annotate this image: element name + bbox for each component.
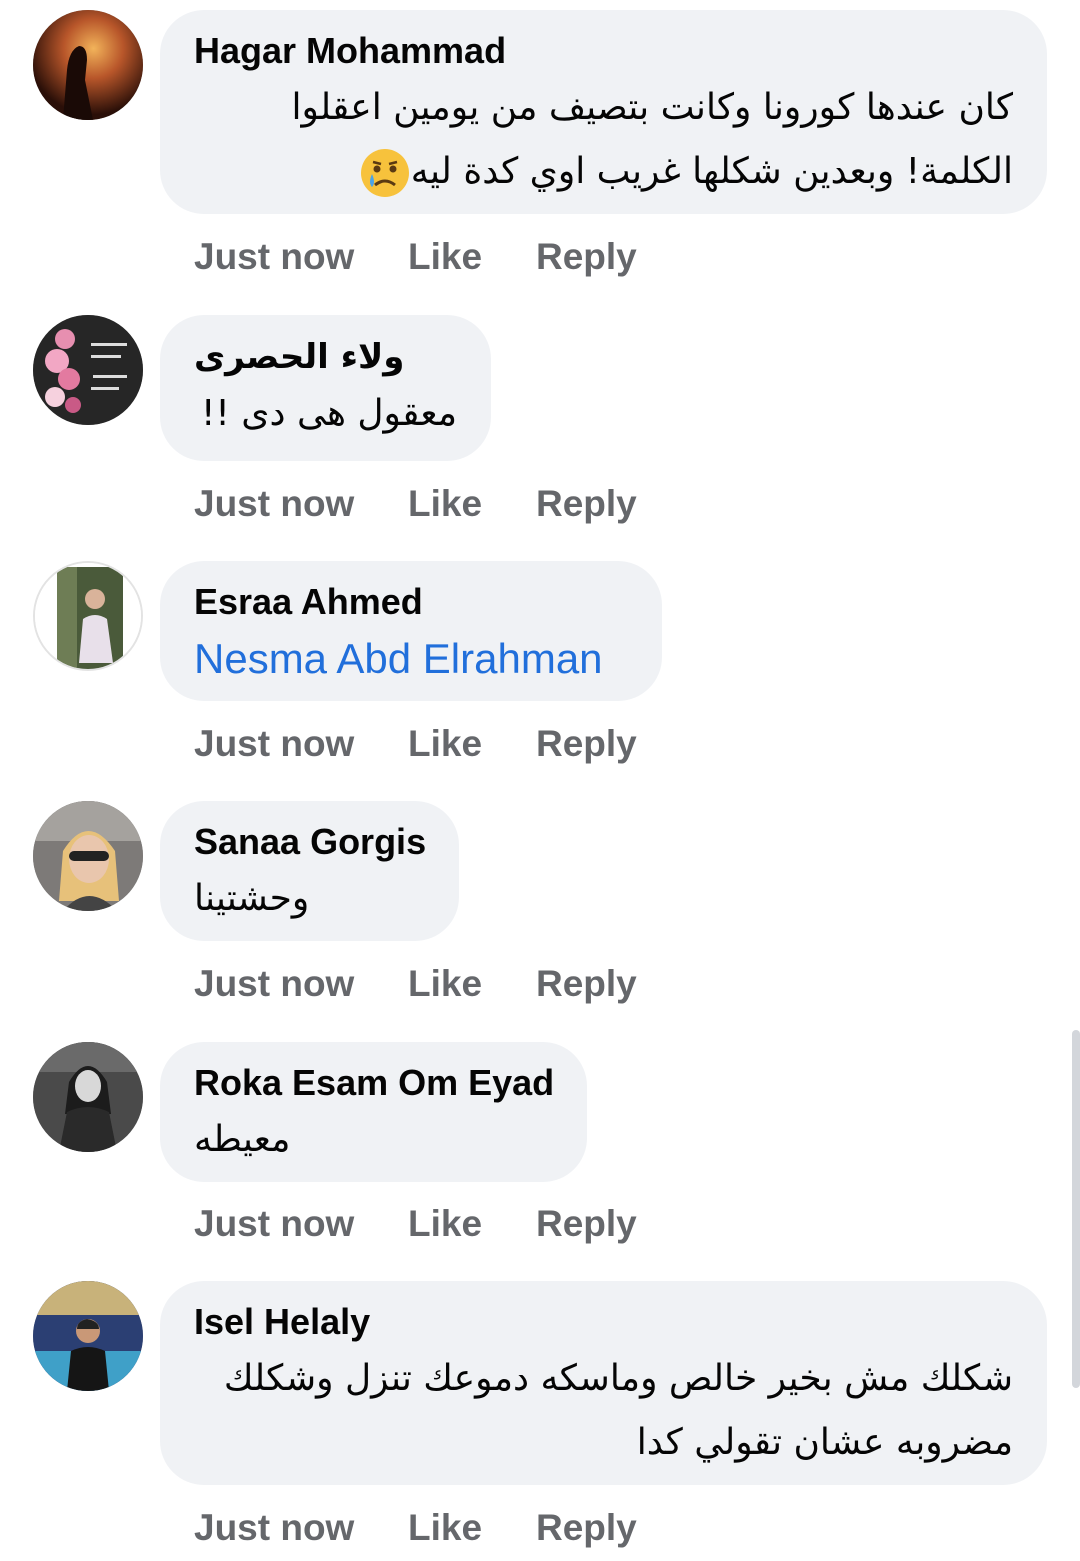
comment-timestamp[interactable]: Just now (194, 232, 354, 282)
comment-text-line: مضروبه عشان تقولي كدا (636, 1422, 1013, 1463)
comment-text: كان عندها كورونا وكانت بتصيف من يومين اع… (194, 76, 1013, 204)
comment-text: شكلك مش بخير خالص وماسكه دموعك تنزل وشكل… (194, 1347, 1013, 1475)
comment-author[interactable]: ولاء الحصرى (194, 335, 457, 378)
like-button[interactable]: Like (408, 1199, 482, 1249)
comment-bubble: Esraa Ahmed Nesma Abd Elrahman (160, 561, 662, 701)
comment-bubble: ولاء الحصرى معقول هى دى !! (160, 315, 491, 461)
comment-author[interactable]: Isel Helaly (194, 1301, 1013, 1343)
scrollbar[interactable] (1072, 1030, 1080, 1388)
avatar-image-person (35, 563, 141, 669)
avatar[interactable] (33, 1281, 143, 1391)
comment-text: معقول هى دى !! (194, 382, 457, 446)
avatar[interactable] (33, 10, 143, 120)
comment-author[interactable]: Sanaa Gorgis (194, 821, 426, 863)
comment-text-line: كان عندها كورونا وكانت بتصيف من يومين اع… (291, 87, 1014, 128)
comment-author[interactable]: Hagar Mohammad (194, 30, 1013, 72)
comment-author[interactable]: Roka Esam Om Eyad (194, 1062, 554, 1104)
like-button[interactable]: Like (408, 479, 482, 529)
crying-face-icon (360, 149, 409, 197)
like-button[interactable]: Like (408, 959, 482, 1009)
comment-bubble: Sanaa Gorgis وحشتينا (160, 801, 459, 941)
avatar[interactable] (33, 801, 143, 911)
avatar-image-girl-bw (33, 1042, 143, 1152)
comment-timestamp[interactable]: Just now (194, 719, 354, 769)
comment-bubble: Isel Helaly شكلك مش بخير خالص وماسكه دمو… (160, 1281, 1047, 1485)
comment-text-line: معيطه (194, 1119, 291, 1160)
comment-bubble: Roka Esam Om Eyad معيطه (160, 1042, 587, 1182)
comment-timestamp[interactable]: Just now (194, 479, 354, 529)
comment-bubble: Hagar Mohammad كان عندها كورونا وكانت بت… (160, 10, 1047, 214)
avatar-image-sunset (33, 10, 143, 120)
reply-button[interactable]: Reply (536, 232, 637, 282)
avatar-image-woman-sunglasses (33, 801, 143, 911)
comment-text: وحشتينا (194, 867, 309, 931)
comment-timestamp[interactable]: Just now (194, 959, 354, 1009)
reply-button[interactable]: Reply (536, 1199, 637, 1249)
like-button[interactable]: Like (408, 719, 482, 769)
reply-button[interactable]: Reply (536, 719, 637, 769)
comment-text: معيطه (194, 1108, 290, 1172)
comment-text-line: معقول هى دى !! (200, 393, 457, 434)
mentioned-user-link[interactable]: Nesma Abd Elrahman (194, 629, 628, 689)
comment-text-line: وحشتينا (194, 878, 310, 919)
comment-author-name[interactable]: ولاء الحصرى (194, 336, 404, 378)
reply-button[interactable]: Reply (536, 1503, 637, 1553)
comment-text-line: الكلمة! وبعدين شكلها غريب اوي كدة ليه (194, 140, 1013, 204)
reply-button[interactable]: Reply (536, 479, 637, 529)
comment-text-line: شكلك مش بخير خالص وماسكه دموعك تنزل وشكل… (223, 1358, 1013, 1399)
like-button[interactable]: Like (408, 232, 482, 282)
comment-timestamp[interactable]: Just now (194, 1199, 354, 1249)
avatar[interactable] (33, 561, 143, 671)
like-button[interactable]: Like (408, 1503, 482, 1553)
reply-button[interactable]: Reply (536, 959, 637, 1009)
avatar-image-man-suit (33, 1281, 143, 1391)
avatar[interactable] (33, 315, 143, 425)
avatar[interactable] (33, 1042, 143, 1152)
comment-author[interactable]: Esraa Ahmed (194, 581, 628, 623)
avatar-image-flowers (33, 315, 143, 425)
comment-timestamp[interactable]: Just now (194, 1503, 354, 1553)
